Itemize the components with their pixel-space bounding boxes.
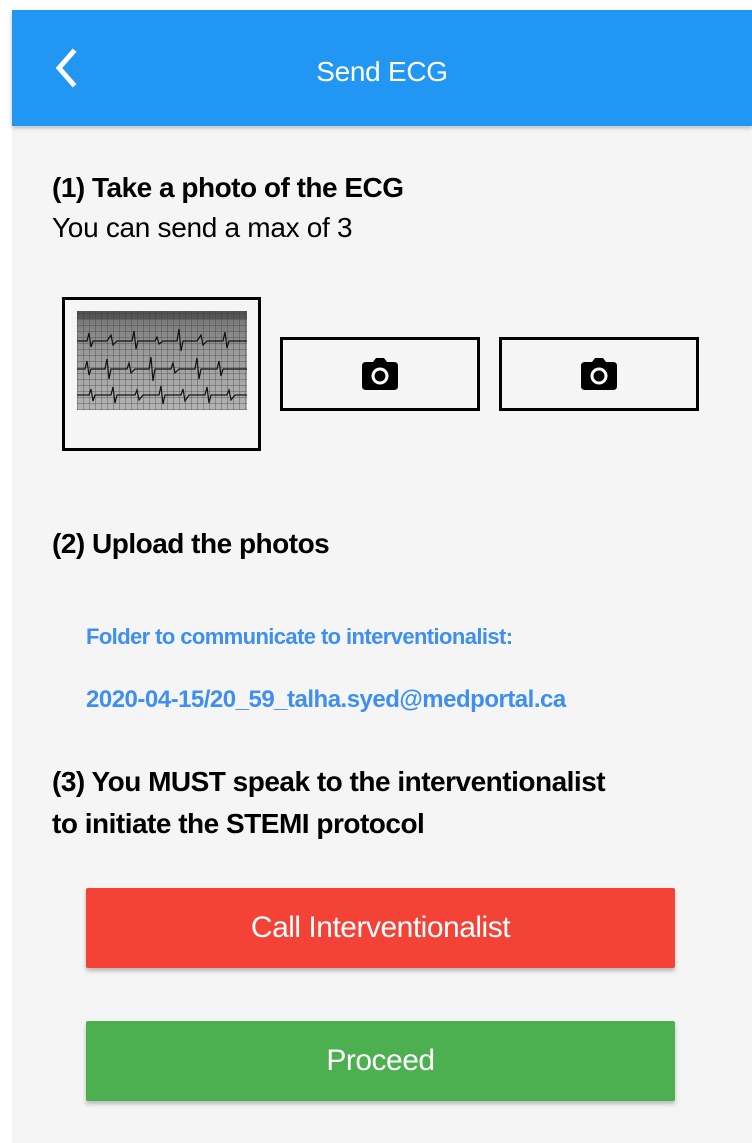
camera-icon [581, 358, 617, 390]
photo-slot-1[interactable] [62, 297, 261, 451]
proceed-button[interactable]: Proceed [86, 1021, 675, 1101]
camera-icon [362, 358, 398, 390]
folder-label: Folder to communicate to interventionali… [86, 624, 513, 649]
back-button[interactable] [42, 44, 90, 92]
ecg-photo-thumbnail [76, 311, 247, 410]
photo-slot-2[interactable] [280, 337, 480, 411]
step1-title: (1) Take a photo of the ECG [52, 172, 404, 203]
step3-title-line2: to initiate the STEMI protocol [52, 808, 425, 839]
app-bar: Send ECG [12, 10, 752, 126]
folder-path: 2020-04-15/20_59_talha.syed@medportal.ca [86, 686, 566, 713]
send-ecg-screen: Send ECG (1) Take a photo of the ECG You… [0, 0, 752, 1143]
step1-subtitle: You can send a max of 3 [52, 212, 353, 243]
chevron-left-icon [55, 48, 77, 88]
call-interventionalist-button[interactable]: Call Interventionalist [86, 888, 675, 968]
step3-title-line1: (3) You MUST speak to the interventional… [52, 766, 606, 797]
step2-title: (2) Upload the photos [52, 528, 330, 559]
photo-slot-3[interactable] [499, 337, 699, 411]
page-title: Send ECG [316, 56, 448, 87]
